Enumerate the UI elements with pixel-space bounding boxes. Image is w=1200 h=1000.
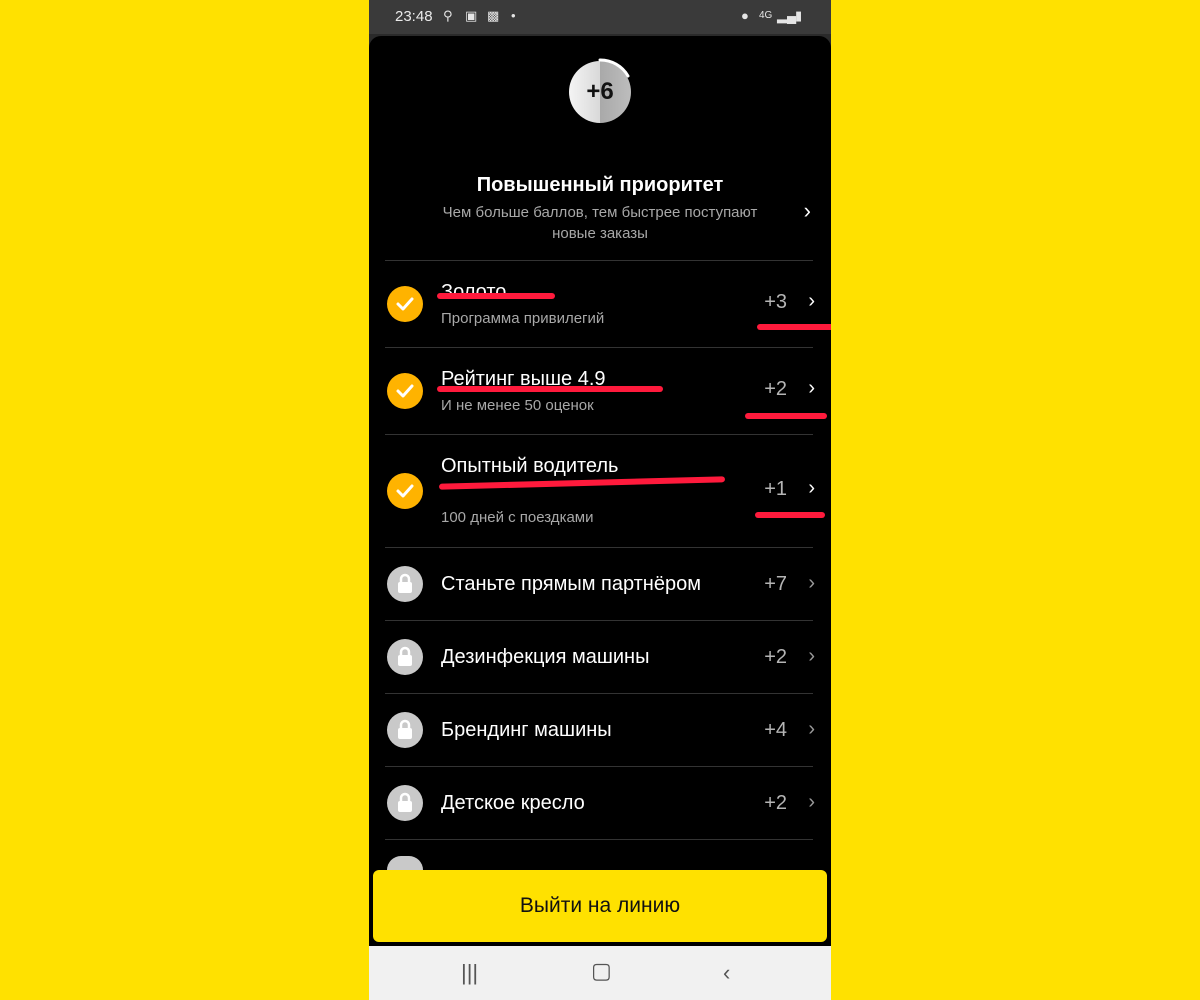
status-bar: 23:48 ⚲ ▣ ▩ • ● 4G ▂▄ ▮ — [369, 0, 831, 34]
system-nav-bar: ||| ▢ ‹ — [369, 946, 831, 1000]
list-item-subtitle: И не менее 50 оценок — [441, 397, 594, 414]
list-item-points: +2 — [764, 646, 787, 668]
chevron-right-icon: › — [808, 791, 815, 813]
image-icon: ▣ — [465, 8, 478, 23]
chevron-right-icon: › — [808, 718, 815, 740]
priority-badge: +6 — [566, 58, 634, 126]
signal-icon: ▂▄ — [777, 8, 797, 23]
lock-icon — [387, 639, 423, 675]
list-item-subtitle: 100 дней с поездками — [441, 509, 594, 526]
list-item-gold[interactable]: Золото Программа привилегий +3 › — [369, 261, 831, 347]
annotation-mark — [437, 386, 663, 392]
status-time: 23:48 — [395, 8, 433, 25]
chevron-right-icon: › — [808, 477, 815, 499]
priority-badge-value: +6 — [586, 78, 614, 105]
check-icon — [387, 473, 423, 509]
lock-icon — [387, 856, 423, 870]
list-item-title: Станьте прямым партнёром — [441, 573, 701, 595]
list-item-branding[interactable]: Брендинг машины +4 › — [369, 694, 831, 766]
list-item-experienced-driver[interactable]: Опытный водитель 100 дней с поездками +1… — [369, 435, 831, 547]
search-icon: ⚲ — [443, 8, 453, 23]
list-item-subtitle: Программа привилегий — [441, 310, 605, 327]
list-item-child-seat[interactable]: Детское кресло +2 › — [369, 767, 831, 839]
network-label: 4G — [759, 10, 773, 21]
divider — [385, 839, 813, 840]
list-item-disinfection[interactable]: Дезинфекция машины +2 › — [369, 621, 831, 693]
chevron-right-icon: › — [808, 377, 815, 399]
dot-icon: • — [511, 8, 516, 23]
home-icon[interactable]: ▢ — [591, 958, 612, 984]
app-icon: ▩ — [487, 8, 500, 23]
list-item-points: +4 — [764, 719, 787, 741]
go-online-button[interactable]: Выйти на линию — [373, 870, 827, 942]
lock-icon — [387, 785, 423, 821]
list-item-points: +3 — [764, 291, 787, 313]
list-item-points: +7 — [764, 573, 787, 595]
annotation-mark — [757, 324, 831, 330]
battery-icon: ▮ — [795, 8, 803, 23]
lock-icon — [387, 712, 423, 748]
chevron-right-icon: › — [808, 572, 815, 594]
chevron-right-icon: › — [808, 645, 815, 667]
location-icon: ● — [741, 8, 749, 23]
list-item-points: +2 — [764, 792, 787, 814]
list-item-points: +1 — [764, 478, 787, 500]
check-icon — [387, 286, 423, 322]
page-subtitle: Чем больше баллов, тем быстрее поступают… — [442, 204, 758, 242]
annotation-mark — [745, 413, 827, 419]
annotation-mark — [437, 293, 555, 299]
list-item-direct-partner[interactable]: Станьте прямым партнёром +7 › — [369, 548, 831, 620]
check-icon — [387, 373, 423, 409]
phone-screen: 23:48 ⚲ ▣ ▩ • ● 4G ▂▄ ▮ +6 Повышенный пр… — [369, 0, 831, 1000]
priority-sheet: +6 Повышенный приоритет Чем больше балло… — [369, 36, 831, 946]
chevron-right-icon: › — [808, 290, 815, 312]
back-icon[interactable]: ‹ — [723, 960, 730, 986]
chevron-right-icon: › — [803, 198, 811, 223]
list-item-points: +2 — [764, 378, 787, 400]
list-item-title: Брендинг машины — [441, 719, 612, 741]
list-item-title: Опытный водитель — [441, 455, 619, 477]
priority-header[interactable]: Повышенный приоритет Чем больше баллов, … — [389, 174, 811, 244]
page-title: Повышенный приоритет — [476, 174, 724, 196]
recent-apps-icon[interactable]: ||| — [461, 960, 478, 986]
list-item-title: Детское кресло — [441, 792, 585, 814]
annotation-mark — [755, 512, 825, 518]
lock-icon — [387, 566, 423, 602]
list-item-title: Дезинфекция машины — [441, 646, 650, 668]
